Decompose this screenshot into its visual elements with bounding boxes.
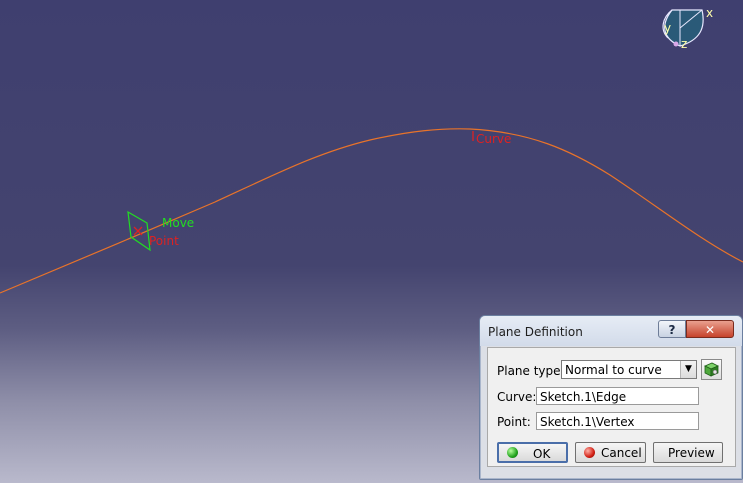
compass-z-label: z: [681, 37, 687, 51]
move-label: Move: [162, 216, 194, 230]
ok-button[interactable]: OK: [497, 442, 568, 463]
preview-button[interactable]: Preview: [653, 442, 723, 463]
help-button[interactable]: ?: [658, 320, 686, 338]
point-field-label: Point:: [497, 415, 531, 429]
green-light-icon: [507, 447, 518, 458]
dialog-body: Plane type: Normal to curve ▼ Curve: Ske…: [487, 347, 736, 467]
compass-x-label: x: [706, 6, 713, 20]
compass-y-label: y: [664, 21, 671, 35]
close-button[interactable]: ✕: [686, 320, 734, 338]
point-input[interactable]: Sketch.1\Vertex: [536, 412, 699, 430]
curve-input[interactable]: Sketch.1\Edge: [536, 387, 699, 405]
spline-curve[interactable]: [0, 128, 743, 294]
cancel-button-label: Cancel: [601, 446, 642, 460]
curve-label: Curve: [476, 132, 511, 146]
dialog-title: Plane Definition: [488, 325, 583, 339]
cancel-button[interactable]: Cancel: [575, 442, 646, 463]
plane-type-value: Normal to curve: [565, 363, 662, 377]
ok-button-label: OK: [533, 447, 551, 461]
plane-tool-button[interactable]: [701, 359, 722, 380]
chevron-down-icon[interactable]: ▼: [680, 361, 696, 378]
plane-type-label: Plane type:: [497, 364, 565, 378]
curve-field-label: Curve:: [497, 390, 537, 404]
plane-definition-dialog: Plane Definition ? ✕ Plane type: Normal …: [479, 315, 743, 480]
red-light-icon: [584, 447, 595, 458]
plane-type-select[interactable]: Normal to curve ▼: [561, 360, 697, 379]
point-label: Point: [149, 234, 179, 248]
dialog-titlebar[interactable]: Plane Definition ? ✕: [480, 316, 742, 346]
point-cross-icon[interactable]: [133, 226, 143, 236]
compass-icon[interactable]: x y z: [662, 6, 713, 51]
cube-plane-icon: [704, 362, 719, 377]
preview-button-label: Preview: [668, 446, 715, 460]
